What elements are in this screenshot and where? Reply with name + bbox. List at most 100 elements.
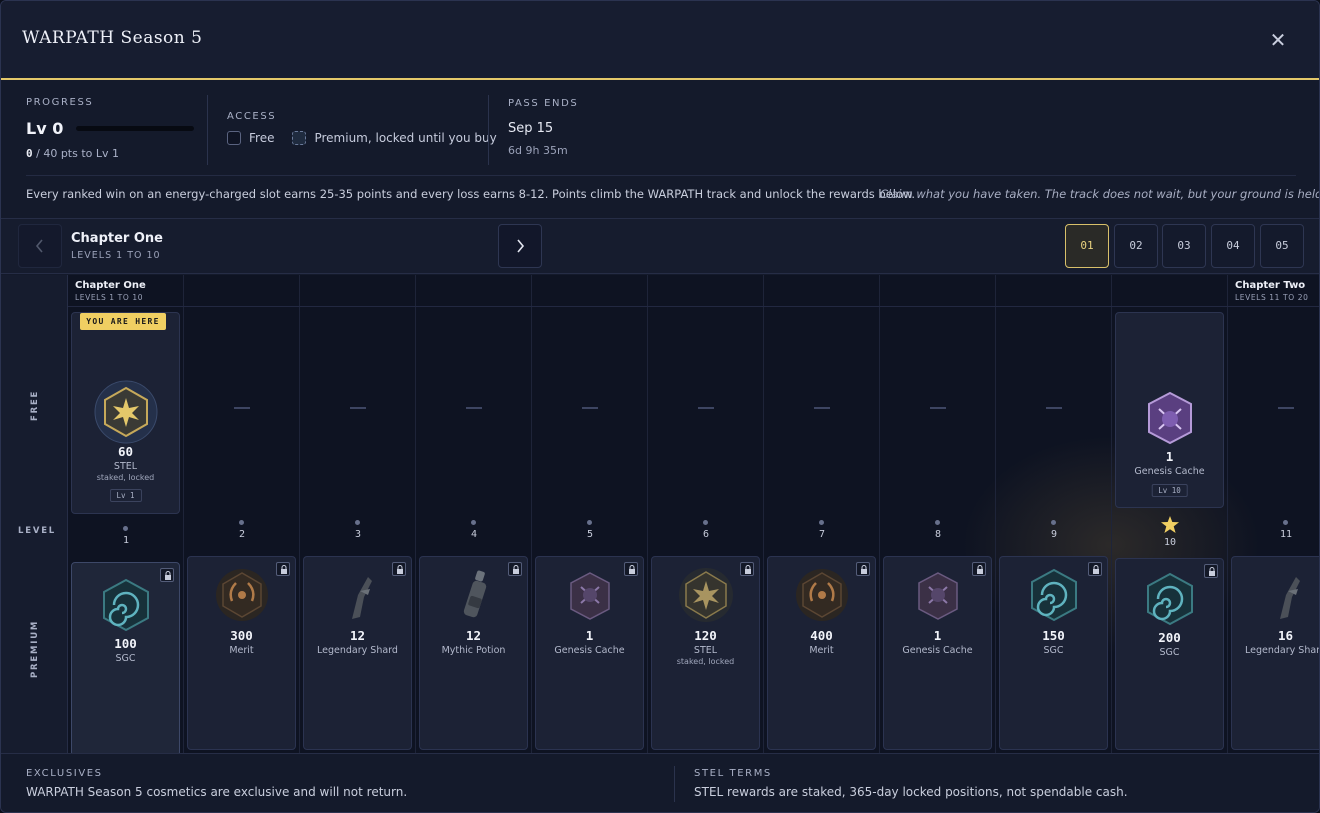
premium-reward-card[interactable]: 200 SGC bbox=[1115, 558, 1224, 750]
level-column-11: Chapter Two LEVELS 11 TO 20 11 16 Legend… bbox=[1228, 275, 1320, 753]
battle-pass-modal: WARPATH Season 5 ✕ PROGRESS Lv 0 0 / 40 … bbox=[0, 0, 1320, 813]
legendary-shard-icon bbox=[351, 577, 372, 619]
lock-icon bbox=[1088, 562, 1102, 576]
column-header bbox=[996, 275, 1112, 307]
reward-amount: 12 bbox=[465, 628, 482, 643]
exclusives-text: WARPATH Season 5 cosmetics are exclusive… bbox=[26, 785, 408, 799]
reward-amount: 120 bbox=[694, 628, 717, 643]
free-label: Free bbox=[249, 131, 275, 145]
level-node bbox=[1051, 520, 1056, 525]
next-chapter-button[interactable] bbox=[498, 224, 542, 268]
free-row-label: FREE bbox=[30, 389, 40, 421]
level-number: 5 bbox=[586, 529, 594, 540]
premium-reward-card[interactable]: 400 Merit bbox=[767, 556, 876, 750]
reward-name: SGC bbox=[1159, 647, 1180, 658]
level-progress-bar bbox=[76, 126, 195, 131]
level-node bbox=[123, 526, 128, 531]
level-number: 8 bbox=[934, 529, 942, 540]
reward-name: Genesis Cache bbox=[1134, 466, 1205, 477]
reward-name: Legendary Shard bbox=[317, 645, 398, 656]
reward-amount: 300 bbox=[230, 628, 253, 643]
level-column-6: 6 120 STEL staked, locked bbox=[648, 275, 764, 753]
level-chip: Lv 1 bbox=[109, 489, 142, 502]
genesis-cache-icon bbox=[1147, 391, 1192, 445]
chapter-page-01[interactable]: 01 bbox=[1065, 224, 1109, 268]
level-number: 1 bbox=[122, 535, 130, 546]
chapter-page-04[interactable]: 04 bbox=[1211, 224, 1255, 268]
points-current: 0 bbox=[26, 147, 33, 160]
points-to-next: 0 / 40 pts to Lv 1 bbox=[26, 147, 119, 160]
level-number: 4 bbox=[470, 529, 478, 540]
column-header bbox=[416, 275, 532, 307]
premium-reward-card[interactable]: 1 Genesis Cache bbox=[535, 556, 644, 750]
premium-reward-card[interactable]: 150 SGC bbox=[999, 556, 1108, 750]
legendary-shard-icon bbox=[1279, 577, 1300, 619]
level-number: 6 bbox=[702, 529, 710, 540]
empty-free-slot bbox=[1046, 407, 1062, 409]
lock-icon bbox=[508, 562, 522, 576]
level-column-3: 3 12 Legendary Shard bbox=[300, 275, 416, 753]
access-caption: ACCESS bbox=[227, 111, 277, 122]
premium-reward-card[interactable]: 1 Genesis Cache bbox=[883, 556, 992, 750]
premium-reward-card[interactable]: 100 SGC bbox=[71, 562, 180, 753]
level-node bbox=[471, 520, 476, 525]
chapter-header-subtitle: LEVELS 1 TO 10 bbox=[75, 293, 144, 302]
lock-icon bbox=[392, 562, 406, 576]
premium-reward-card[interactable]: 12 Mythic Potion bbox=[419, 556, 528, 750]
level-column-7: 7 400 Merit bbox=[764, 275, 880, 753]
previous-chapter-button[interactable] bbox=[18, 224, 62, 268]
progress-caption: PROGRESS bbox=[26, 97, 94, 108]
reward-name: Mythic Potion bbox=[441, 645, 506, 656]
points-rest: / 40 pts to Lv 1 bbox=[32, 147, 120, 160]
reward-name: Genesis Cache bbox=[554, 645, 625, 656]
level-number: 2 bbox=[238, 529, 246, 540]
premium-reward-card[interactable]: 12 Legendary Shard bbox=[303, 556, 412, 750]
empty-free-slot bbox=[930, 407, 946, 409]
chapter-header-title: Chapter One bbox=[75, 280, 146, 291]
free-checkbox[interactable] bbox=[227, 131, 241, 145]
mythic-potion-icon bbox=[463, 570, 486, 618]
chapter-header-subtitle: LEVELS 11 TO 20 bbox=[1235, 293, 1309, 302]
chapter-header: Chapter Two LEVELS 11 TO 20 bbox=[1228, 275, 1319, 307]
level-node bbox=[819, 520, 824, 525]
level-column-8: 8 1 Genesis Cache bbox=[880, 275, 996, 753]
close-icon: ✕ bbox=[1269, 28, 1287, 52]
modal-title: WARPATH Season 5 bbox=[22, 28, 203, 48]
reward-amount: 60 bbox=[117, 444, 134, 459]
empty-free-slot bbox=[582, 407, 598, 409]
chapter-page-03[interactable]: 03 bbox=[1162, 224, 1206, 268]
premium-row-label: PREMIUM bbox=[30, 619, 40, 678]
premium-reward-card[interactable]: 120 STEL staked, locked bbox=[651, 556, 760, 750]
chapter-header-title: Chapter Two bbox=[1235, 280, 1306, 291]
reward-amount: 1 bbox=[585, 628, 594, 643]
level-node bbox=[239, 520, 244, 525]
chapter-page-05[interactable]: 05 bbox=[1260, 224, 1304, 268]
premium-checkbox[interactable] bbox=[292, 131, 307, 145]
reward-name: SGC bbox=[1043, 645, 1064, 656]
reward-amount: 1 bbox=[1165, 449, 1174, 464]
track-row-labels: FREE LEVEL PREMIUM bbox=[1, 275, 68, 753]
chapter-navigation: Chapter One LEVELS 1 TO 10 01 02 03 04 0… bbox=[1, 219, 1319, 274]
empty-free-slot bbox=[234, 407, 250, 409]
divider bbox=[207, 95, 208, 165]
level-chip: Lv 10 bbox=[1151, 484, 1188, 497]
level-column-5: 5 1 Genesis Cache bbox=[532, 275, 648, 753]
stel-hex-icon bbox=[678, 568, 733, 622]
level-node bbox=[587, 520, 592, 525]
close-button[interactable]: ✕ bbox=[1265, 27, 1291, 53]
column-header bbox=[648, 275, 764, 307]
reward-name: Merit bbox=[809, 645, 834, 656]
chevron-right-icon bbox=[517, 239, 525, 253]
pass-ends-countdown: 6d 9h 35m bbox=[508, 144, 568, 157]
genesis-cache-icon bbox=[917, 572, 958, 620]
lock-icon bbox=[276, 562, 290, 576]
pass-ends-date: Sep 15 bbox=[508, 121, 554, 136]
premium-reward-card[interactable]: 300 Merit bbox=[187, 556, 296, 750]
merit-laurel-icon bbox=[215, 569, 268, 621]
reward-name: Legendary Shard bbox=[1245, 645, 1320, 656]
reward-name: STEL bbox=[113, 461, 138, 472]
chapter-page-02[interactable]: 02 bbox=[1114, 224, 1158, 268]
level-number: 11 bbox=[1279, 529, 1293, 540]
premium-reward-card[interactable]: 16 Legendary Shard bbox=[1231, 556, 1320, 750]
level-row-label: LEVEL bbox=[18, 526, 57, 536]
